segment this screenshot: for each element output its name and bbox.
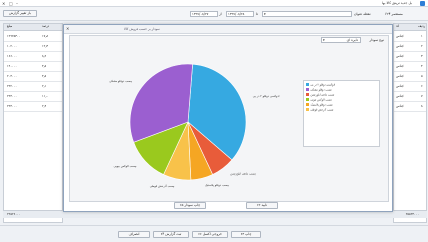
table-cell: اجناس xyxy=(396,104,405,108)
date-from-field[interactable]: ۱۳۹۷/۰۸/۲۷ xyxy=(190,11,218,17)
table-cell: ۲۲۲۰۰۰ xyxy=(7,84,17,88)
slice-label: چسب ماهی ابلوزچمن xyxy=(230,172,256,176)
slice-label: چسب دوقلو پلاستیک xyxy=(205,183,229,187)
table-cell: ۱ xyxy=(421,34,423,38)
table-cell: اجناس xyxy=(396,94,405,98)
column-header: کد xyxy=(396,24,400,28)
legend-swatch xyxy=(306,103,309,106)
table-cell: ۸ xyxy=(421,104,423,108)
product-grid-header: کد ردیف xyxy=(394,24,426,31)
column-header: درصد xyxy=(42,24,50,28)
legend-label: چسب آذرخش قوطی xyxy=(310,108,334,112)
table-cell: اجناس xyxy=(396,34,405,38)
table-cell: ۵ xyxy=(421,74,423,78)
table-cell: اجناس xyxy=(396,54,405,58)
dialog-title-bar: ✕ نمودار بر حسب فروش کالا xyxy=(64,25,392,34)
unit-label: نقطه عنوان xyxy=(354,12,371,16)
chart-legend: ادوکسی دوقلو ۲ در یی چسب دوقلو مشکی چسب … xyxy=(303,80,380,147)
save-report-button[interactable]: ۶۴ ثبت گزارش xyxy=(153,231,189,238)
legend-swatch xyxy=(306,88,309,91)
table-cell: ۱۲۹۲۵۳۰۰ xyxy=(7,34,21,38)
legend-item: ادوکسی دوقلو ۲ در یی xyxy=(306,83,335,87)
app-icon xyxy=(420,1,425,6)
table-row[interactable]: اجناس ۸ xyxy=(394,101,426,112)
legend-label: چسب الوکس چوبی xyxy=(310,98,332,102)
table-cell: اجناس xyxy=(396,74,405,78)
window-title: بل جدید ترینق کالا بها xyxy=(381,1,412,6)
chart-panel: نوع نمودار ▾ دایره ای ادوکسی دوقلو ۲ در … xyxy=(69,35,389,202)
table-cell: اجناس xyxy=(396,84,405,88)
table-cell: ۸٫۲ xyxy=(42,54,47,58)
table-cell: ۴٫۵ xyxy=(42,74,47,78)
table-cell: ۲۰۴۰۰۰ xyxy=(7,74,17,78)
toolbar: باز تغییر گزارش ▾ نقطه عنوان مستعمر ۶۲۴ … xyxy=(0,7,428,21)
table-cell: ۱۰۲۰۰۰ xyxy=(7,44,17,48)
slice-label: چسب الوکس چوبی xyxy=(114,164,137,168)
table-cell: ۱۱٫۰ xyxy=(42,94,48,98)
product-select[interactable]: ▾ xyxy=(262,11,352,17)
legend-item: چسب دوقلو پلاستیک xyxy=(306,103,333,107)
product-grid: کد ردیف اجناس ۱ اجناس ۲ اجناس ۳ اجناس ۴ اجنا… xyxy=(393,23,427,223)
chart-dialog: ✕ نمودار بر حسب فروش کالا نوع نمودار ▾ د… xyxy=(63,24,393,212)
legend-label: ادوکسی دوقلو ۲ در یی xyxy=(310,83,336,87)
legend-label: چسب دوقلو پلاستیک xyxy=(310,103,333,107)
slice-label: ادوکسی دوقلو ۲ در یی xyxy=(253,94,280,98)
table-cell: اجناس xyxy=(396,64,405,68)
date-to-field[interactable]: ۱۳۹۷/۰۸/۲۸ xyxy=(226,11,254,17)
column-header: مبلغ xyxy=(7,24,13,28)
table-cell: ۳ xyxy=(421,54,423,58)
excel-export-button[interactable]: ۶۶ خروجی اکسل xyxy=(192,231,228,238)
ok-button[interactable]: ۶۲ تایید xyxy=(246,202,278,209)
table-cell: ۶ xyxy=(421,84,423,88)
legend-swatch xyxy=(306,93,309,96)
close-icon[interactable]: ✕ xyxy=(66,26,69,31)
table-cell: ۲ xyxy=(421,44,423,48)
table-cell: ۲٫۱ xyxy=(42,84,47,88)
table-cell: اجناس xyxy=(396,44,405,48)
footer-bar: انصراف ۶۴ ثبت گزارش ۶۶ خروجی اکسل ۶۳ چاپ xyxy=(0,225,428,242)
right-total: ۲۵۵۲۴۰۰۰ xyxy=(405,212,419,216)
legend-item: چسب ماهی ابلوزچمن xyxy=(306,93,334,97)
legend-item: چسب الوکس چوبی xyxy=(306,98,332,102)
table-cell: ۷ xyxy=(421,94,423,98)
slice-label: چسب آذرخش قوطی xyxy=(150,184,175,188)
table-cell: ۱۹۰۰۰۰ xyxy=(7,64,17,68)
legend-swatch xyxy=(306,83,309,86)
print-button[interactable]: ۶۳ چاپ xyxy=(231,231,261,238)
dialog-title: نمودار بر حسب فروش کالا xyxy=(124,26,160,31)
table-cell: ۴٫۵ xyxy=(42,64,47,68)
table-cell: ۲٫۳ xyxy=(42,104,47,108)
legend-swatch xyxy=(306,108,309,111)
cancel-changes-button[interactable]: باز تغییر گزارش xyxy=(3,10,37,17)
title-label: مستعمر ۶۲۴ xyxy=(385,12,403,16)
legend-item: چسب دوقلو مشکی xyxy=(306,88,332,92)
amount-grid-header: مبلغ درصد xyxy=(4,24,62,31)
legend-label: چسب دوقلو مشکی xyxy=(310,88,332,92)
maximize-icon[interactable]: □ xyxy=(9,1,13,6)
chevron-down-icon: ▾ xyxy=(264,12,266,16)
table-cell: ۲۲۴۰۰۰ xyxy=(7,104,17,108)
minimize-icon[interactable]: – xyxy=(16,1,18,6)
title-bar: ✕ □ – بل جدید ترینق کالا بها xyxy=(0,0,428,7)
legend-label: چسب ماهی ابلوزچمن xyxy=(310,93,335,97)
legend-item: چسب آذرخش قوطی xyxy=(306,108,333,112)
print-chart-button[interactable]: ۶۵ چاپ نمودار xyxy=(174,202,206,209)
table-cell: ۱۷٫۸ xyxy=(42,34,48,38)
legend-swatch xyxy=(306,98,309,101)
table-cell: ۲۲۴۰۰۰ xyxy=(7,94,17,98)
table-row[interactable]: ۲۲۴۰۰۰ ۲٫۳ xyxy=(4,101,62,112)
close-icon[interactable]: ✕ xyxy=(2,1,5,6)
table-cell: ۱۶۶۰۰۰ xyxy=(7,54,17,58)
to-label: تا xyxy=(256,12,258,16)
table-cell: ۱۲٫۳ xyxy=(42,44,48,48)
slice-label: چسب دوقلو مشکی xyxy=(109,79,132,83)
cancel-button[interactable]: انصراف xyxy=(118,231,150,238)
table-cell: ۴ xyxy=(421,64,423,68)
left-total: ۲۲۵۲۶۰۰۰ xyxy=(7,212,21,216)
column-header: ردیف xyxy=(418,24,426,28)
amount-grid: مبلغ درصد ۱۲۹۲۵۳۰۰ ۱۷٫۸ ۱۰۲۰۰۰ ۱۲٫۳ ۱۶۶۰۰۰… xyxy=(3,23,63,223)
from-label: از xyxy=(219,12,222,16)
